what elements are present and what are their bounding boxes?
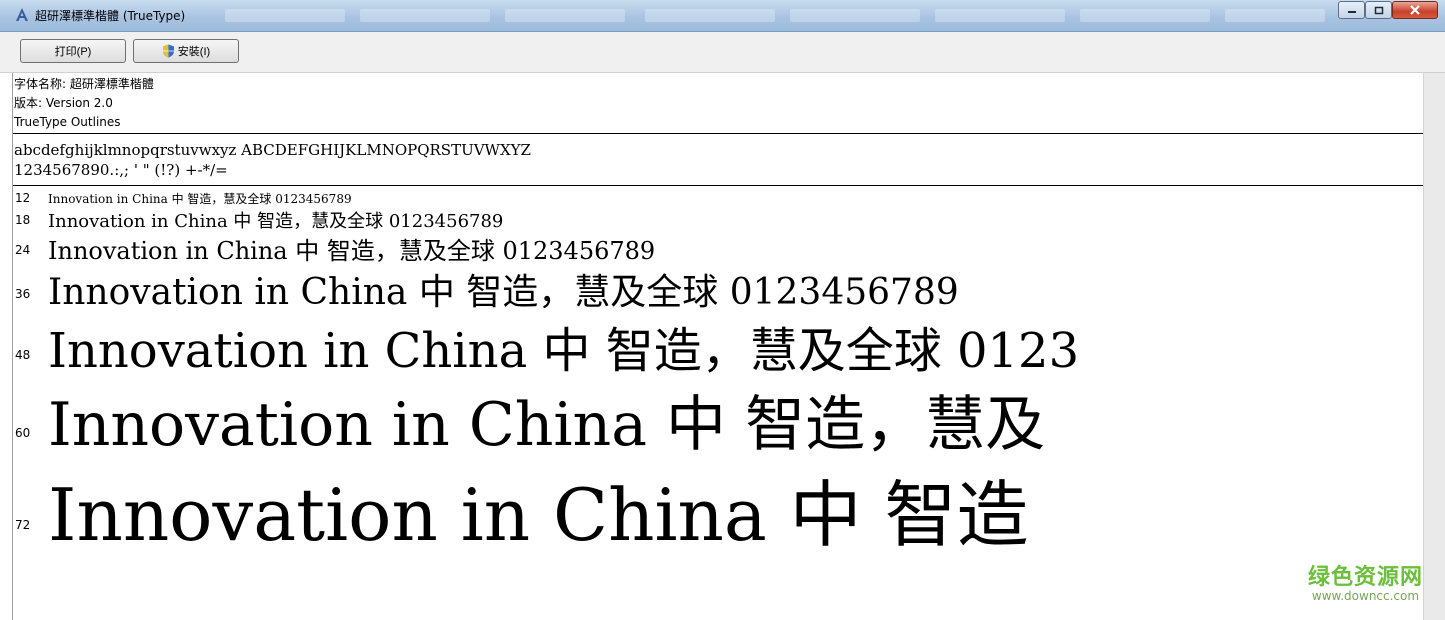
close-button[interactable]	[1392, 1, 1438, 19]
watermark-url: www.downcc.com	[1311, 589, 1420, 604]
maximize-icon	[1374, 6, 1383, 14]
divider	[13, 185, 1423, 186]
site-watermark: 绿色资源网 www.downcc.com	[1307, 565, 1423, 604]
vertical-scrollbar[interactable]	[1423, 73, 1445, 620]
print-button[interactable]: 打印(P)	[20, 39, 126, 63]
minimize-button[interactable]	[1338, 1, 1365, 19]
background-ghost-item	[505, 9, 625, 22]
charset-letters: abcdefghijklmnopqrstuvwxyz ABCDEFGHIJKLM…	[14, 141, 531, 159]
sample-row-18: 18 Innovation in China 中 智造，慧及全球 0123456…	[13, 207, 1423, 233]
font-file-icon	[16, 8, 28, 21]
sample-row-12: 12 Innovation in China 中 智造，慧及全球 0123456…	[13, 189, 1423, 207]
install-button[interactable]: 安裝(I)	[133, 39, 239, 63]
sample-row-48: 48 Innovation in China 中 智造，慧及全球 0123	[13, 311, 1423, 379]
title-bar[interactable]: 超研澤標準楷體 (TrueType)	[0, 0, 1445, 32]
font-viewer-window: 超研澤標準楷體 (TrueType) 打印(P) 安裝(I) 字体名称: 超研澤…	[0, 0, 1445, 620]
sample-row-36: 36 Innovation in China 中 智造，慧及全球 0123456…	[13, 263, 1423, 313]
size-label: 36	[15, 287, 31, 301]
window-title: 超研澤標準楷體 (TrueType)	[35, 9, 186, 23]
sample-text: Innovation in China 中 智造，慧及全球 0123456789	[48, 192, 352, 206]
sample-text: Innovation in China 中 智造	[48, 473, 1029, 557]
font-info: 字体名称: 超研澤標準楷體 版本: Version 2.0 TrueType O…	[14, 75, 154, 132]
close-icon	[1410, 5, 1420, 15]
font-version-line: 版本: Version 2.0	[14, 96, 113, 110]
background-ghost-item	[645, 9, 775, 22]
font-name-line: 字体名称: 超研澤標準楷體	[14, 77, 154, 91]
background-ghost-item	[790, 9, 920, 22]
background-ghost-item	[225, 9, 345, 22]
font-preview-pane: 字体名称: 超研澤標準楷體 版本: Version 2.0 TrueType O…	[12, 73, 1423, 620]
sample-text: Innovation in China 中 智造，慧及全球 0123456789	[48, 211, 504, 232]
divider	[13, 133, 1423, 134]
background-ghost-item	[1225, 9, 1325, 22]
install-button-label: 安裝(I)	[177, 46, 211, 58]
toolbar: 打印(P) 安裝(I)	[0, 32, 1445, 73]
minimize-icon	[1347, 11, 1356, 13]
size-label: 12	[15, 191, 31, 205]
background-ghost-item	[1080, 9, 1210, 22]
size-label: 72	[15, 518, 31, 532]
sample-text: Innovation in China 中 智造，慧及全球 0123456789	[48, 272, 959, 313]
sample-row-60: 60 Innovation in China 中 智造，慧及	[13, 376, 1423, 460]
sample-text: Innovation in China 中 智造，慧及全球 0123456789	[48, 237, 656, 265]
size-label: 60	[15, 426, 31, 440]
maximize-button[interactable]	[1365, 1, 1392, 19]
sample-row-72: 72 Innovation in China 中 智造	[13, 456, 1423, 557]
sample-row-24: 24 Innovation in China 中 智造，慧及全球 0123456…	[13, 231, 1423, 265]
charset-symbols: 1234567890.:,; ' " (!?) +-*/=	[14, 161, 228, 179]
uac-shield-icon	[162, 44, 174, 58]
size-label: 48	[15, 348, 31, 362]
font-outline-line: TrueType Outlines	[14, 115, 121, 129]
sample-text: Innovation in China 中 智造，慧及全球 0123	[48, 323, 1080, 379]
print-button-label: 打印(P)	[54, 46, 92, 58]
size-label: 18	[15, 213, 31, 227]
background-ghost-item	[360, 9, 490, 22]
size-label: 24	[15, 243, 31, 257]
watermark-title: 绿色资源网	[1307, 565, 1423, 590]
background-ghost-item	[935, 9, 1065, 22]
character-set: abcdefghijklmnopqrstuvwxyz ABCDEFGHIJKLM…	[14, 140, 531, 180]
sample-text: Innovation in China 中 智造，慧及	[48, 390, 1046, 460]
